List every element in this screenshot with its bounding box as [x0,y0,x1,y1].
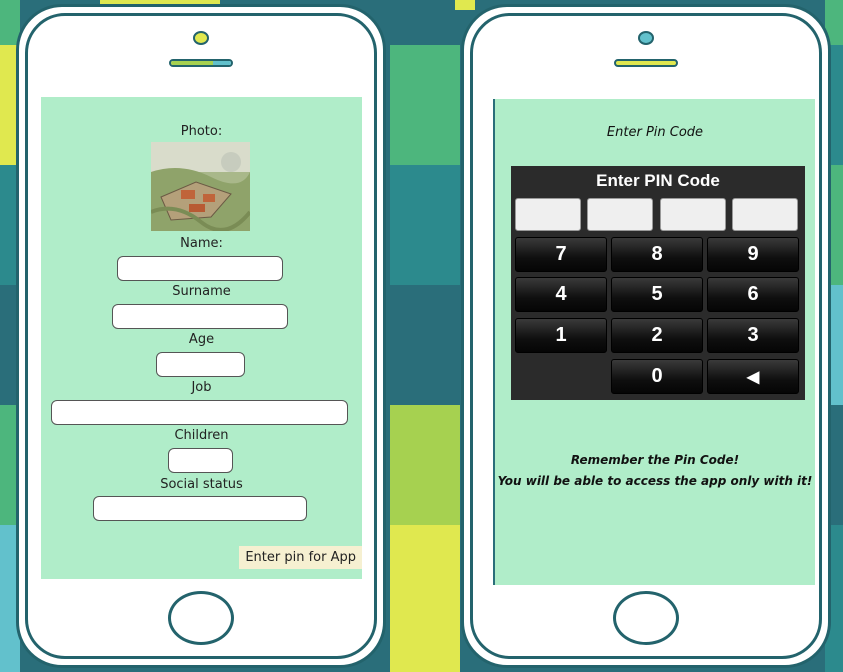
key-2[interactable]: 2 [611,318,703,353]
phone-frame-left: Photo: Name: Surname Age Job Children So… [16,4,386,668]
photo-image [151,142,250,231]
key-1[interactable]: 1 [515,318,607,353]
pin-digit-box[interactable] [515,198,581,231]
key-7[interactable]: 7 [515,237,607,272]
remember-note: Remember the Pin Code! You will be able … [495,450,815,492]
home-button[interactable] [613,591,679,645]
social-status-input[interactable] [93,496,307,521]
keypad-title: Enter PIN Code [596,171,720,190]
key-9[interactable]: 9 [707,237,799,272]
name-input[interactable] [117,256,283,281]
key-0[interactable]: 0 [611,359,703,394]
surname-label: Surname [172,284,231,299]
age-input[interactable] [156,352,245,377]
backspace-icon[interactable]: ◀ [707,359,799,394]
children-label: Children [174,428,229,443]
key-8[interactable]: 8 [611,237,703,272]
camera-icon [193,31,209,45]
key-5[interactable]: 5 [611,277,703,312]
speaker-icon [614,59,678,67]
key-4[interactable]: 4 [515,277,607,312]
children-input[interactable] [168,448,233,473]
pin-keypad: Enter PIN Code 7 8 9 4 5 6 1 2 3 0 ◀ [511,166,805,400]
profile-photo[interactable] [151,142,250,231]
key-6[interactable]: 6 [707,277,799,312]
surname-input[interactable] [112,304,288,329]
job-input[interactable] [51,400,348,425]
pin-digit-box[interactable] [660,198,726,231]
pin-digit-box[interactable] [587,198,653,231]
enter-pin-button[interactable]: Enter pin for App [239,546,362,569]
photo-label: Photo: [180,124,223,139]
remember-line-2: You will be able to access the app only … [497,474,813,488]
pin-heading: Enter Pin Code [606,125,704,140]
profile-form: Photo: Name: Surname Age Job Children So… [41,97,362,579]
pin-screen: Enter Pin Code Enter PIN Code 7 8 9 4 5 … [493,99,815,585]
phone-frame-right: Enter Pin Code Enter PIN Code 7 8 9 4 5 … [461,4,831,668]
profile-screen: Photo: Name: Surname Age Job Children So… [41,97,362,579]
home-button[interactable] [168,591,234,645]
key-3[interactable]: 3 [707,318,799,353]
name-label: Name: [180,236,223,251]
remember-line-1: Remember the Pin Code! [570,453,740,467]
social-status-label: Social status [160,477,243,492]
job-label: Job [191,380,212,395]
pin-digit-box[interactable] [732,198,798,231]
camera-icon [638,31,654,45]
age-label: Age [188,332,215,347]
speaker-icon [169,59,233,67]
